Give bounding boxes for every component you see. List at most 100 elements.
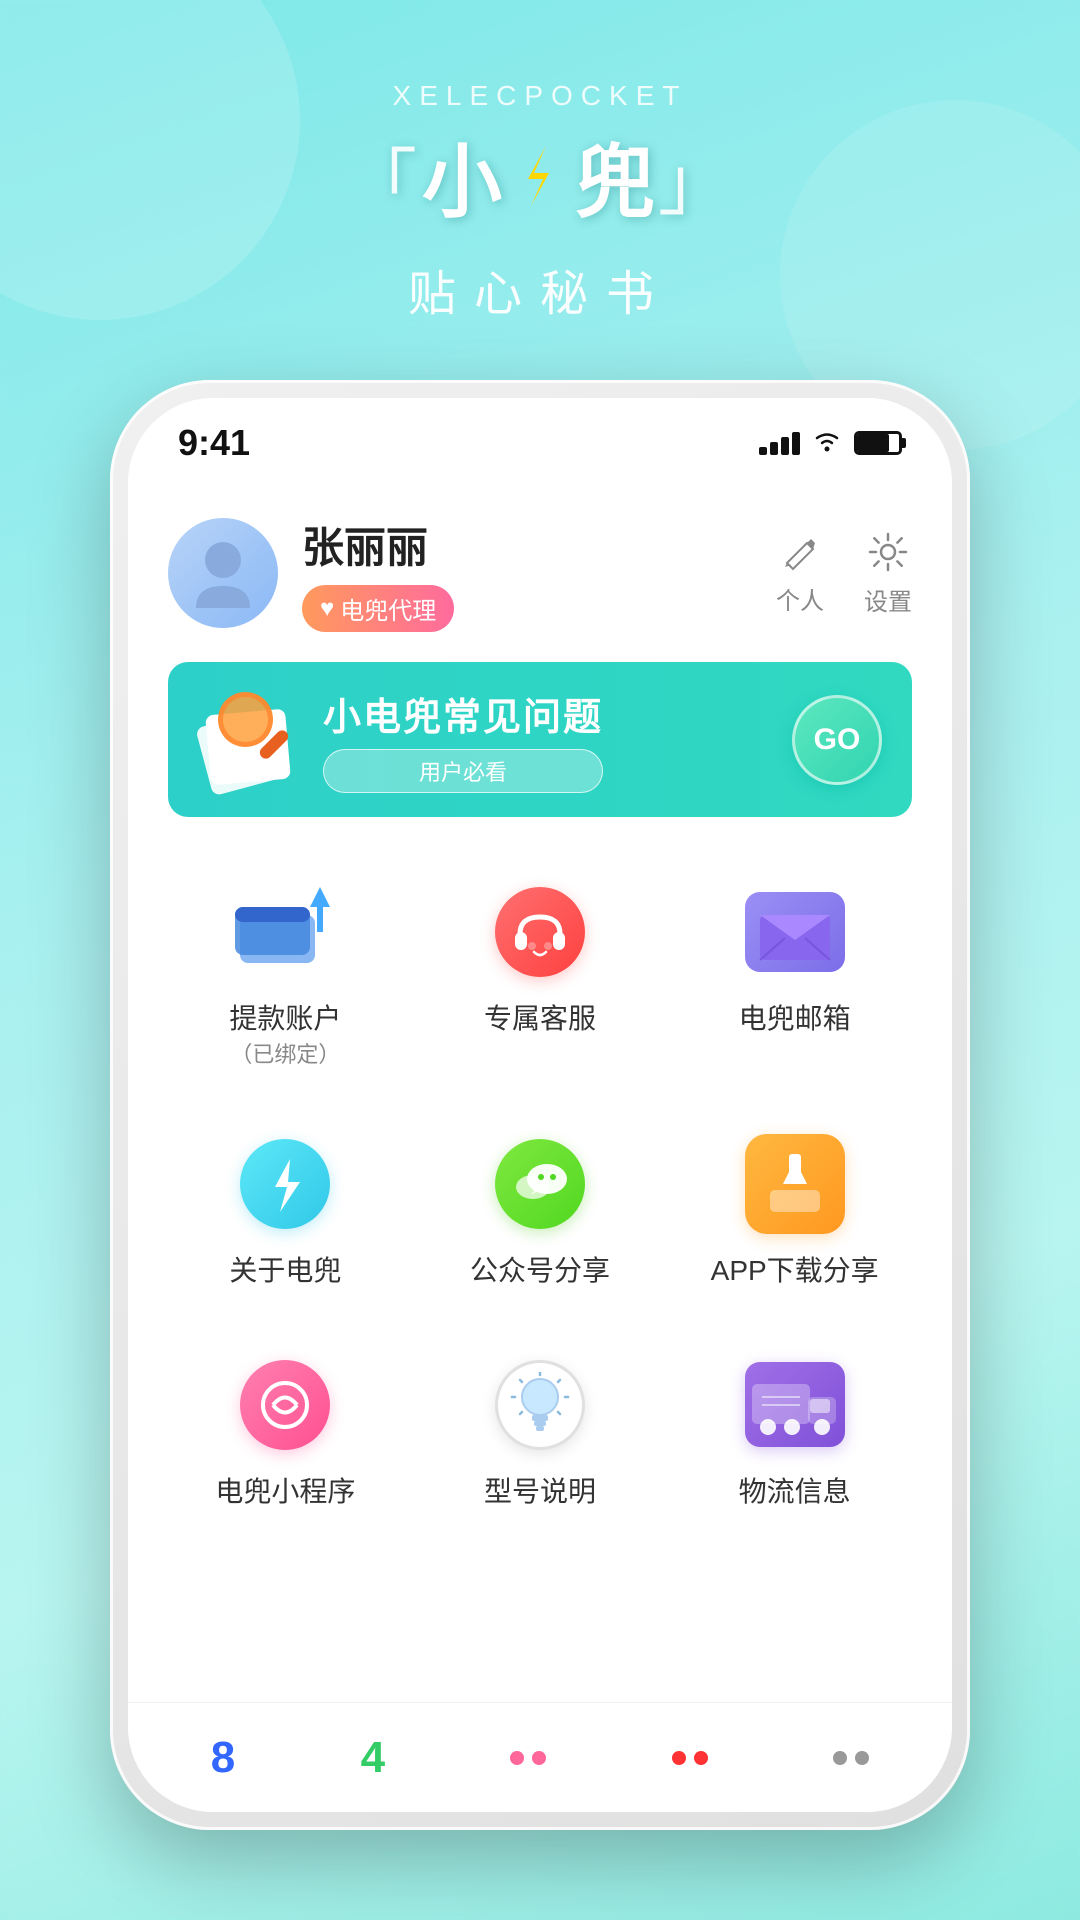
bracket-right: 」 [658, 124, 735, 229]
menu-item-about[interactable]: 关于电兜 [168, 1109, 403, 1299]
nav-dot-4b [694, 1751, 708, 1765]
pencil-icon [779, 531, 821, 573]
mail-label: 电兜邮箱 [739, 1001, 851, 1037]
nav-item-1[interactable]: 8 [211, 1733, 235, 1783]
menu-item-service[interactable]: 专属客服 [423, 857, 658, 1079]
wechat-icon-wrap [485, 1129, 595, 1239]
model-label: 型号说明 [484, 1474, 596, 1510]
app-content: 张丽丽 ♥ 电兜代理 个人 [128, 474, 952, 1540]
menu-item-model[interactable]: 型号说明 [423, 1330, 658, 1520]
banner-left: 小电兜常见问题 用户必看 [198, 686, 603, 793]
menu-item-logistics[interactable]: 物流信息 [677, 1330, 912, 1520]
app-logo: 「 小 兜 」 [345, 118, 735, 234]
mini-label: 电兜小程序 [215, 1474, 355, 1510]
menu-item-wechat[interactable]: 公众号分享 [423, 1109, 658, 1299]
battery-icon [854, 431, 902, 455]
wechat-svg [509, 1157, 571, 1212]
about-icon-wrap [230, 1129, 340, 1239]
wechat-share-icon [495, 1139, 585, 1229]
signal-bar-2 [770, 442, 778, 455]
settings-button[interactable]: 设置 [864, 530, 912, 617]
signal-bar-4 [792, 432, 800, 455]
phone-mockup: 9:41 [110, 380, 970, 1830]
bg-decor-circle1 [0, 0, 300, 320]
banner-subtitle: 用户必看 [323, 749, 603, 793]
model-icon [495, 1360, 585, 1450]
lightning-about-icon [255, 1154, 315, 1214]
badge-text: 电兜代理 [340, 591, 436, 626]
nav-item-2[interactable]: 4 [361, 1733, 385, 1783]
edit-label: 个人 [776, 581, 824, 616]
service-icon [495, 887, 585, 977]
avatar[interactable] [168, 518, 278, 628]
mini-prog-icon [240, 1360, 330, 1450]
status-icons [759, 427, 902, 459]
mail-icon-wrap [740, 877, 850, 987]
phone-notch [430, 398, 650, 438]
user-row: 张丽丽 ♥ 电兜代理 个人 [168, 494, 912, 662]
truck-svg [750, 1369, 840, 1441]
logistics-icon-wrap [740, 1350, 850, 1460]
banner-illustration [198, 692, 308, 787]
avatar-icon [191, 536, 256, 611]
lightning-icon [510, 146, 570, 206]
app-subtitle: 贴心秘书 [345, 254, 735, 324]
nav-dot-5b [855, 1751, 869, 1765]
nav-dots-5 [833, 1751, 869, 1765]
menu-item-app[interactable]: APP下载分享 [677, 1109, 912, 1299]
withdraw-icon-wrap [230, 877, 340, 987]
logo-char1: 小 [422, 118, 505, 234]
edit-button[interactable]: 个人 [776, 531, 824, 616]
withdraw-label: 提款账户 [229, 1001, 341, 1037]
nav-item-3[interactable] [510, 1751, 546, 1765]
menu-grid: 提款账户 （已绑定） [168, 857, 912, 1520]
phone-screen: 9:41 [128, 398, 952, 1812]
mail-svg [755, 900, 835, 965]
nav-item-5[interactable] [833, 1751, 869, 1765]
mail-icon [745, 892, 845, 972]
battery-fill [857, 434, 889, 452]
user-info: 张丽丽 ♥ 电兜代理 [302, 514, 454, 632]
user-actions: 个人 设置 [776, 530, 912, 617]
nav-badge-1: 8 [211, 1733, 235, 1783]
withdraw-icon [235, 887, 335, 977]
user-badge: ♥ 电兜代理 [302, 585, 454, 632]
about-icon [240, 1139, 330, 1229]
signal-bar-3 [781, 437, 789, 455]
banner-title: 小电兜常见问题 [323, 686, 603, 741]
gear-icon [866, 530, 910, 574]
withdraw-sublabel: （已绑定） [229, 1037, 341, 1069]
app-download-icon [745, 1134, 845, 1234]
bulb-svg [510, 1372, 570, 1437]
nav-badge-2: 4 [361, 1733, 385, 1783]
nav-dot-5a [833, 1751, 847, 1765]
menu-item-mail[interactable]: 电兜邮箱 [677, 857, 912, 1079]
logistics-label: 物流信息 [739, 1474, 851, 1510]
signal-icon [759, 432, 800, 455]
service-icon-wrap [485, 877, 595, 987]
mini-svg [255, 1375, 315, 1435]
nav-item-4[interactable] [672, 1751, 708, 1765]
logo-char2: 兜 [575, 118, 658, 234]
nav-dots-3 [510, 1751, 546, 1765]
status-time: 9:41 [178, 422, 250, 464]
wechat-label: 公众号分享 [470, 1253, 610, 1289]
faq-banner[interactable]: 小电兜常见问题 用户必看 GO [168, 662, 912, 817]
app-label: APP下载分享 [711, 1253, 879, 1289]
menu-item-withdraw[interactable]: 提款账户 （已绑定） [168, 857, 403, 1079]
menu-item-mini[interactable]: 电兜小程序 [168, 1330, 403, 1520]
download-svg [765, 1152, 825, 1217]
magnifier-circle [218, 692, 273, 747]
nav-dot-3b [532, 1751, 546, 1765]
banner-text: 小电兜常见问题 用户必看 [323, 686, 603, 793]
withdraw-label-wrap: 提款账户 （已绑定） [229, 1001, 341, 1069]
nav-dot-3a [510, 1751, 524, 1765]
nav-dot-4a [672, 1751, 686, 1765]
wifi-icon [812, 427, 842, 459]
xelec-label: XELECPOCKET [345, 80, 735, 112]
settings-label: 设置 [864, 582, 912, 617]
bottom-nav: 8 4 [128, 1702, 952, 1812]
service-label: 专属客服 [484, 1001, 596, 1037]
bracket-left: 「 [345, 124, 422, 229]
go-button[interactable]: GO [792, 695, 882, 785]
